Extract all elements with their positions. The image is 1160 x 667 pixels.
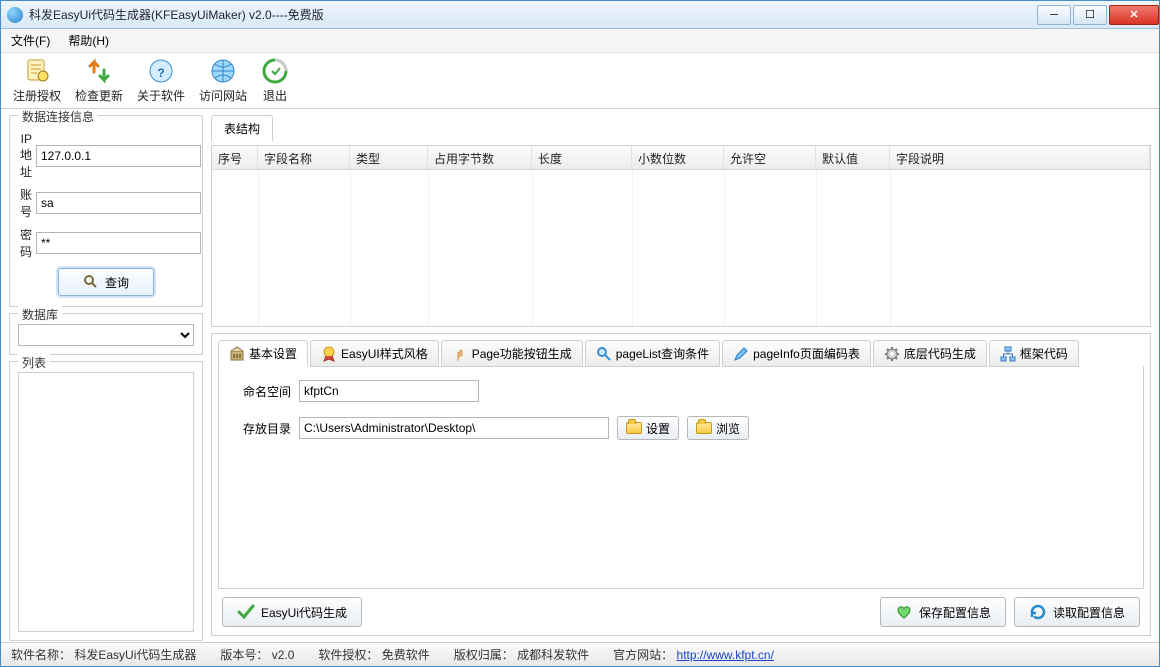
check-icon — [237, 603, 255, 621]
tab-pagelist[interactable]: pageList查询条件 — [585, 340, 720, 367]
settings-panel: 基本设置 EasyUI样式风格 Page功能按钮生成 pageList查询条件 — [211, 333, 1151, 636]
app-window: 科发EasyUi代码生成器(KFEasyUiMaker) v2.0----免费版… — [0, 0, 1160, 667]
about-icon: ? — [147, 57, 175, 85]
search-icon — [83, 274, 99, 290]
col-length[interactable]: 长度 — [532, 146, 632, 169]
refresh-icon — [1029, 603, 1047, 621]
col-nullable[interactable]: 允许空 — [724, 146, 816, 169]
grid-header: 序号 字段名称 类型 占用字节数 长度 小数位数 允许空 默认值 字段说明 — [212, 146, 1150, 170]
update-icon — [85, 57, 113, 85]
hand-icon — [452, 346, 468, 362]
col-desc[interactable]: 字段说明 — [890, 146, 1150, 169]
tool-website[interactable]: 访问网站 — [199, 57, 247, 104]
tab-style[interactable]: EasyUI样式风格 — [310, 340, 439, 367]
connection-group: 数据连接信息 IP地址 账号 密码 查询 — [9, 115, 203, 307]
tool-update[interactable]: 检查更新 — [75, 57, 123, 104]
pencil-icon — [733, 346, 749, 362]
tool-about[interactable]: ? 关于软件 — [137, 57, 185, 104]
dir-label: 存放目录 — [235, 420, 291, 437]
titlebar: 科发EasyUi代码生成器(KFEasyUiMaker) v2.0----免费版… — [1, 1, 1159, 29]
col-scale[interactable]: 小数位数 — [632, 146, 724, 169]
dir-input[interactable] — [299, 417, 609, 439]
exit-icon — [261, 57, 289, 85]
folder-icon — [696, 422, 712, 434]
globe-icon — [209, 57, 237, 85]
maximize-button[interactable]: ☐ — [1073, 5, 1107, 25]
tab-frame[interactable]: 框架代码 — [989, 340, 1079, 367]
tab-pageinfo[interactable]: pageInfo页面编码表 — [722, 340, 871, 367]
database-group: 数据库 — [9, 313, 203, 355]
grid-body[interactable] — [212, 170, 1150, 326]
col-seq[interactable]: 序号 — [212, 146, 258, 169]
menu-file[interactable]: 文件(F) — [11, 32, 50, 49]
app-icon — [7, 7, 23, 23]
save-config-button[interactable]: 保存配置信息 — [880, 597, 1006, 627]
medal-icon — [321, 346, 337, 362]
minimize-button[interactable]: ─ — [1037, 5, 1071, 25]
generate-button[interactable]: EasyUi代码生成 — [222, 597, 362, 627]
table-grid: 序号 字段名称 类型 占用字节数 长度 小数位数 允许空 默认值 字段说明 — [211, 145, 1151, 327]
building-icon — [229, 346, 245, 362]
tab-table-structure[interactable]: 表结构 — [211, 115, 273, 141]
ip-input[interactable] — [36, 145, 201, 167]
toolbar: 注册授权 检查更新 ? 关于软件 访问网站 退出 — [1, 53, 1159, 109]
search-icon — [596, 346, 612, 362]
menu-help[interactable]: 帮助(H) — [68, 32, 109, 49]
hierarchy-icon — [1000, 346, 1016, 362]
window-title: 科发EasyUi代码生成器(KFEasyUiMaker) v2.0----免费版 — [29, 6, 1035, 23]
tool-exit[interactable]: 退出 — [261, 57, 289, 104]
list-group: 列表 — [9, 361, 203, 641]
tab-core[interactable]: 底层代码生成 — [873, 340, 987, 367]
col-bytes[interactable]: 占用字节数 — [428, 146, 532, 169]
tab-basic[interactable]: 基本设置 — [218, 340, 308, 367]
svg-text:?: ? — [157, 66, 164, 80]
tool-register[interactable]: 注册授权 — [13, 57, 61, 104]
pwd-label: 密码 — [20, 226, 32, 260]
namespace-input[interactable] — [299, 380, 479, 402]
ip-label: IP地址 — [20, 132, 32, 180]
col-name[interactable]: 字段名称 — [258, 146, 350, 169]
official-site-link[interactable]: http://www.kfpt.cn/ — [677, 648, 774, 662]
col-default[interactable]: 默认值 — [816, 146, 890, 169]
load-config-button[interactable]: 读取配置信息 — [1014, 597, 1140, 627]
close-button[interactable]: ✕ — [1109, 5, 1159, 25]
query-button[interactable]: 查询 — [58, 268, 154, 296]
gear-icon — [884, 346, 900, 362]
register-icon — [23, 57, 51, 85]
tab-page[interactable]: Page功能按钮生成 — [441, 340, 583, 367]
browse-dir-button[interactable]: 浏览 — [687, 416, 749, 440]
statusbar: 软件名称： 科发EasyUi代码生成器 版本号： v2.0 软件授权： 免费软件… — [1, 642, 1159, 666]
table-listbox[interactable] — [18, 372, 194, 632]
namespace-label: 命名空间 — [235, 383, 291, 400]
col-type[interactable]: 类型 — [350, 146, 428, 169]
user-input[interactable] — [36, 192, 201, 214]
database-select[interactable] — [18, 324, 194, 346]
user-label: 账号 — [20, 186, 32, 220]
menubar: 文件(F) 帮助(H) — [1, 29, 1159, 53]
pwd-input[interactable] — [36, 232, 201, 254]
heart-down-icon — [895, 603, 913, 621]
set-dir-button[interactable]: 设置 — [617, 416, 679, 440]
folder-icon — [626, 422, 642, 434]
